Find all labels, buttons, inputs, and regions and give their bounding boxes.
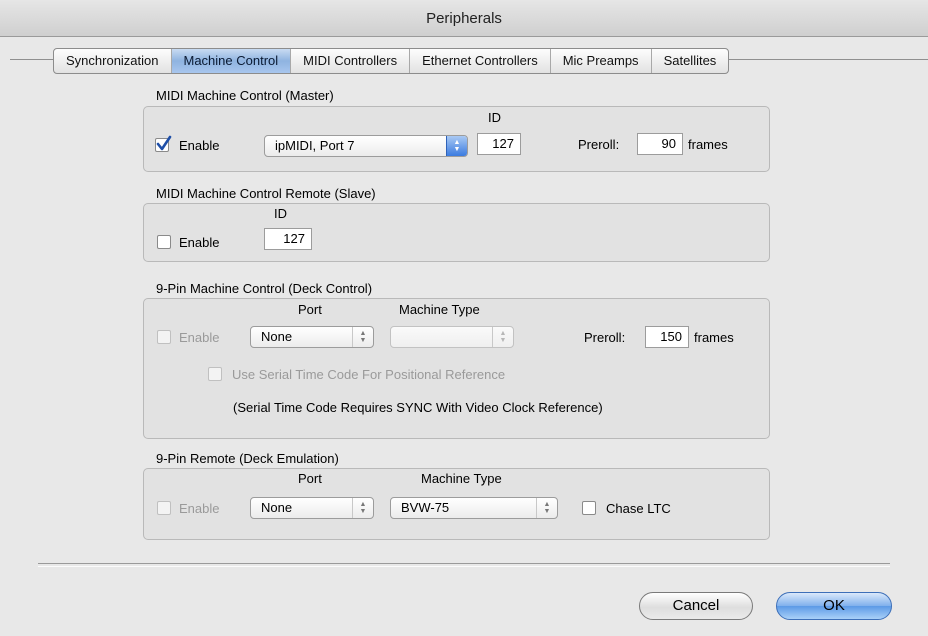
mmc-master-enable-checkbox[interactable]	[155, 135, 172, 152]
cancel-button[interactable]: Cancel	[639, 592, 753, 620]
ninepin-remote-machine-type-popup[interactable]: BVW-75 ▲ ▼	[390, 497, 558, 519]
mmc-remote-id-field[interactable]: 127	[264, 228, 312, 250]
mmc-master-enable-label: Enable	[179, 138, 220, 153]
mmc-remote-enable-checkbox[interactable]	[157, 235, 171, 249]
tab-mic-preamps[interactable]: Mic Preamps	[551, 49, 652, 73]
ninepin-deck-machine-type-header: Machine Type	[399, 302, 480, 317]
mmc-master-preroll-label: Preroll:	[578, 137, 620, 152]
mmc-master-preroll-field[interactable]: 90	[637, 133, 683, 155]
footer-separator	[38, 563, 890, 567]
ninepin-deck-port-popup[interactable]: None ▲ ▼	[250, 326, 374, 348]
window-title: Peripherals	[426, 9, 502, 27]
popup-arrows-icon: ▲ ▼	[352, 498, 373, 518]
title-bar[interactable]: Peripherals	[0, 0, 928, 37]
popup-arrows-icon: ▲ ▼	[492, 327, 513, 347]
mmc-master-title: MIDI Machine Control (Master)	[156, 88, 334, 103]
ninepin-deck-frames-label: frames	[694, 330, 734, 345]
mmc-remote-title: MIDI Machine Control Remote (Slave)	[156, 186, 376, 201]
serial-tc-label: Use Serial Time Code For Positional Refe…	[232, 367, 506, 382]
peripherals-window: Peripherals Synchronization Machine Cont…	[0, 0, 928, 636]
mmc-remote-id-header: ID	[274, 206, 287, 221]
mmc-remote-group	[143, 203, 770, 262]
ninepin-deck-enable-label: Enable	[179, 330, 220, 345]
ninepin-remote-enable-checkbox[interactable]	[157, 501, 171, 515]
popup-arrows-icon: ▲ ▼	[352, 327, 373, 347]
tab-synchronization[interactable]: Synchronization	[54, 49, 172, 73]
popup-arrows-icon: ▲ ▼	[536, 498, 557, 518]
serial-tc-checkbox[interactable]	[208, 367, 222, 381]
ok-button[interactable]: OK	[776, 592, 892, 620]
tab-machine-control[interactable]: Machine Control	[171, 49, 292, 73]
mmc-master-id-header: ID	[488, 110, 501, 125]
tab-bar: Synchronization Machine Control MIDI Con…	[53, 48, 730, 74]
mmc-master-port-value: ipMIDI, Port 7	[275, 138, 355, 153]
mmc-remote-enable-label: Enable	[179, 235, 220, 250]
ninepin-deck-preroll-label: Preroll:	[584, 330, 626, 345]
ninepin-remote-port-value: None	[261, 500, 293, 515]
mmc-master-frames-label: frames	[688, 137, 728, 152]
chase-ltc-checkbox[interactable]	[582, 501, 596, 515]
ninepin-deck-enable-checkbox[interactable]	[157, 330, 171, 344]
checkmark-icon	[156, 135, 172, 151]
ninepin-remote-enable-label: Enable	[179, 501, 220, 516]
ninepin-deck-preroll-field[interactable]: 150	[645, 326, 689, 348]
ninepin-deck-port-value: None	[261, 329, 293, 344]
mmc-master-id-field[interactable]: 127	[477, 133, 521, 155]
ninepin-remote-machine-type-value: BVW-75	[401, 500, 450, 515]
tab-midi-controllers[interactable]: MIDI Controllers	[291, 49, 411, 73]
ninepin-remote-machine-type-header: Machine Type	[421, 471, 502, 486]
chase-ltc-label: Chase LTC	[606, 501, 671, 516]
popup-arrows-icon: ▲ ▼	[446, 136, 467, 156]
ninepin-deck-port-header: Port	[298, 302, 322, 317]
ninepin-remote-port-header: Port	[298, 471, 322, 486]
tab-satellites[interactable]: Satellites	[652, 49, 729, 73]
serial-tc-note: (Serial Time Code Requires SYNC With Vid…	[233, 400, 603, 415]
ninepin-deck-machine-type-popup[interactable]: ▲ ▼	[390, 326, 514, 348]
tab-ethernet-controllers[interactable]: Ethernet Controllers	[410, 49, 551, 73]
mmc-master-port-popup[interactable]: ipMIDI, Port 7 ▲ ▼	[264, 135, 468, 157]
ninepin-deck-title: 9-Pin Machine Control (Deck Control)	[156, 281, 373, 296]
ninepin-remote-title: 9-Pin Remote (Deck Emulation)	[156, 451, 339, 466]
ninepin-remote-port-popup[interactable]: None ▲ ▼	[250, 497, 374, 519]
